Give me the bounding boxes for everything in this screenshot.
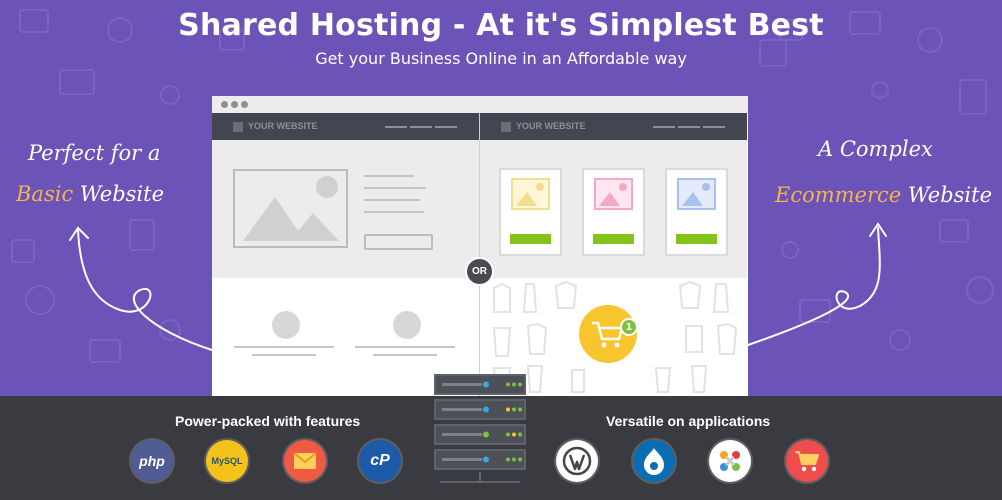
or-badge: OR [465, 257, 494, 286]
window-dot-icon [241, 101, 248, 108]
product-card [584, 170, 643, 254]
add-to-cart-button[interactable] [510, 234, 551, 244]
php-label: php [139, 453, 165, 469]
left-arrow [77, 229, 213, 351]
cpanel-icon: cP [359, 440, 401, 482]
hero-section: Shared Hosting - At it's Simplest Best G… [0, 0, 1002, 396]
product-image-icon [677, 178, 716, 210]
nav-line [410, 126, 432, 128]
right-arrow [747, 227, 881, 346]
product-image-icon [511, 178, 550, 210]
email-icon [284, 440, 326, 482]
window-dot-icon [221, 101, 228, 108]
text-line [252, 354, 316, 356]
text-line [234, 346, 334, 348]
text-line [364, 211, 424, 213]
cpanel-label: cP [370, 452, 390, 469]
pane-title: YOUR WEBSITE [248, 121, 318, 131]
nav-line [653, 126, 675, 128]
drupal-icon [633, 440, 675, 482]
server-rack-icon [434, 374, 526, 488]
add-to-cart-button[interactable] [593, 234, 634, 244]
mysql-icon: MySQL [206, 440, 248, 482]
nav-line [385, 126, 407, 128]
server-cable [440, 472, 520, 483]
product-image-icon [594, 178, 633, 210]
server-unit [434, 374, 526, 395]
applications-heading: Versatile on applications [606, 413, 771, 429]
text-line [364, 199, 420, 201]
text-line [364, 175, 414, 177]
features-heading: Power-packed with features [175, 413, 361, 429]
nav-line [435, 126, 457, 128]
avatar [393, 311, 421, 339]
pane-title: YOUR WEBSITE [516, 121, 586, 131]
image-placeholder-icon [233, 169, 348, 248]
avatar [272, 311, 300, 339]
site-logo-icon [233, 122, 243, 132]
website-mockup: YOUR WEBSITE YOUR WEBSITE [212, 96, 748, 396]
window-dot-icon [231, 101, 238, 108]
add-to-cart-button[interactable] [676, 234, 717, 244]
pane-header: YOUR WEBSITE [480, 113, 747, 140]
server-unit [434, 399, 526, 420]
text-line [364, 187, 426, 189]
nav-line [703, 126, 725, 128]
browser-titlebar [212, 96, 748, 113]
hero-block [212, 140, 479, 278]
mysql-label: MySQL [211, 456, 243, 466]
cart-count-badge: 1 [620, 318, 638, 336]
server-unit [434, 449, 526, 470]
pane-header: YOUR WEBSITE [212, 113, 479, 140]
site-logo-icon [501, 122, 511, 132]
shopping-cart-icon [786, 440, 828, 482]
product-card [667, 170, 726, 254]
php-icon: php [131, 440, 173, 482]
joomla-icon [709, 440, 751, 482]
basic-website-pane: YOUR WEBSITE [212, 113, 479, 396]
product-card [501, 170, 560, 254]
product-grid [480, 140, 747, 278]
server-unit [434, 424, 526, 445]
placeholder-button [364, 234, 433, 250]
text-line [355, 346, 455, 348]
nav-line [678, 126, 700, 128]
text-line [373, 354, 437, 356]
wordpress-icon [556, 440, 598, 482]
